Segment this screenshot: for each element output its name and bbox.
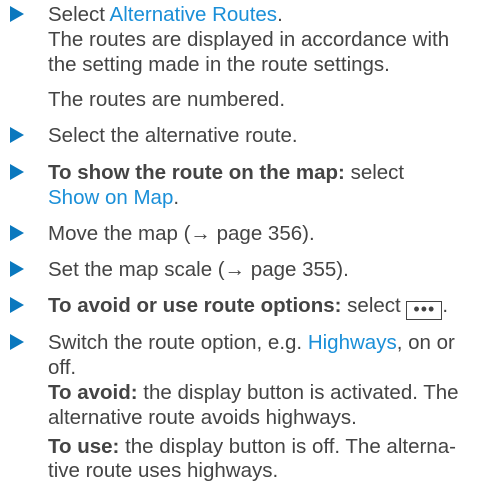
step-1-line-1: Select Alternative Routes.	[48, 3, 283, 26]
avoid-line-1: To avoid: the display button is activate…	[48, 381, 459, 404]
triangle-bullet-icon	[10, 127, 24, 143]
triangle-bullet-icon	[10, 334, 24, 350]
step-7-use: To use: the display button is off. The a…	[48, 434, 478, 459]
step-1: Select Alternative Routes. The routes ar…	[48, 2, 478, 77]
step-6: To avoid or use route options: select ••…	[48, 294, 449, 320]
show-on-map-link[interactable]: Show on Map	[48, 186, 173, 209]
instruction-page: Select Alternative Routes. The routes ar…	[0, 0, 485, 482]
more-options-button[interactable]: •••	[406, 300, 443, 320]
step-4: Move the map (→ page 356).	[48, 222, 315, 245]
avoid-line-2: alternative route avoids highways.	[48, 406, 357, 429]
triangle-bullet-icon	[10, 225, 24, 241]
step-7: Switch the route option, e.g. Highways, …	[48, 330, 478, 430]
step-3: To show the route on the map: select Sho…	[48, 160, 478, 210]
step-1-line-2: The routes are displayed in accordance w…	[48, 28, 450, 51]
step-3-line-1: To show the route on the map: select	[48, 161, 405, 184]
triangle-bullet-icon	[10, 297, 24, 313]
step-7-line-1: Switch the route option, e.g. Highways, …	[48, 331, 455, 354]
avoid-label: To avoid:	[48, 381, 138, 404]
triangle-bullet-icon	[10, 261, 24, 277]
step-3-line-2: Show on Map.	[48, 186, 180, 209]
step-2: Select the alternative route.	[48, 124, 298, 147]
use-label: To use:	[48, 435, 120, 458]
triangle-bullet-icon	[10, 164, 24, 180]
alternative-routes-link[interactable]: Alternative Routes	[110, 3, 278, 26]
highways-link[interactable]: Highways	[308, 331, 397, 354]
step-7-use-2: tive route uses highways.	[48, 458, 478, 483]
use-line-2: tive route uses highways.	[48, 459, 279, 482]
show-route-heading: To show the route on the map:	[48, 161, 345, 184]
step-5: Set the map scale (→ page 355).	[48, 258, 349, 281]
step-7-line-2: off.	[48, 356, 77, 379]
step-1-note: The routes are numbered.	[48, 88, 286, 111]
route-options-heading: To avoid or use route options:	[48, 294, 342, 317]
step-1-line-3: the setting made in the route settings.	[48, 53, 390, 76]
triangle-bullet-icon	[10, 6, 24, 22]
use-line-1: To use: the display button is off. The a…	[48, 435, 456, 458]
